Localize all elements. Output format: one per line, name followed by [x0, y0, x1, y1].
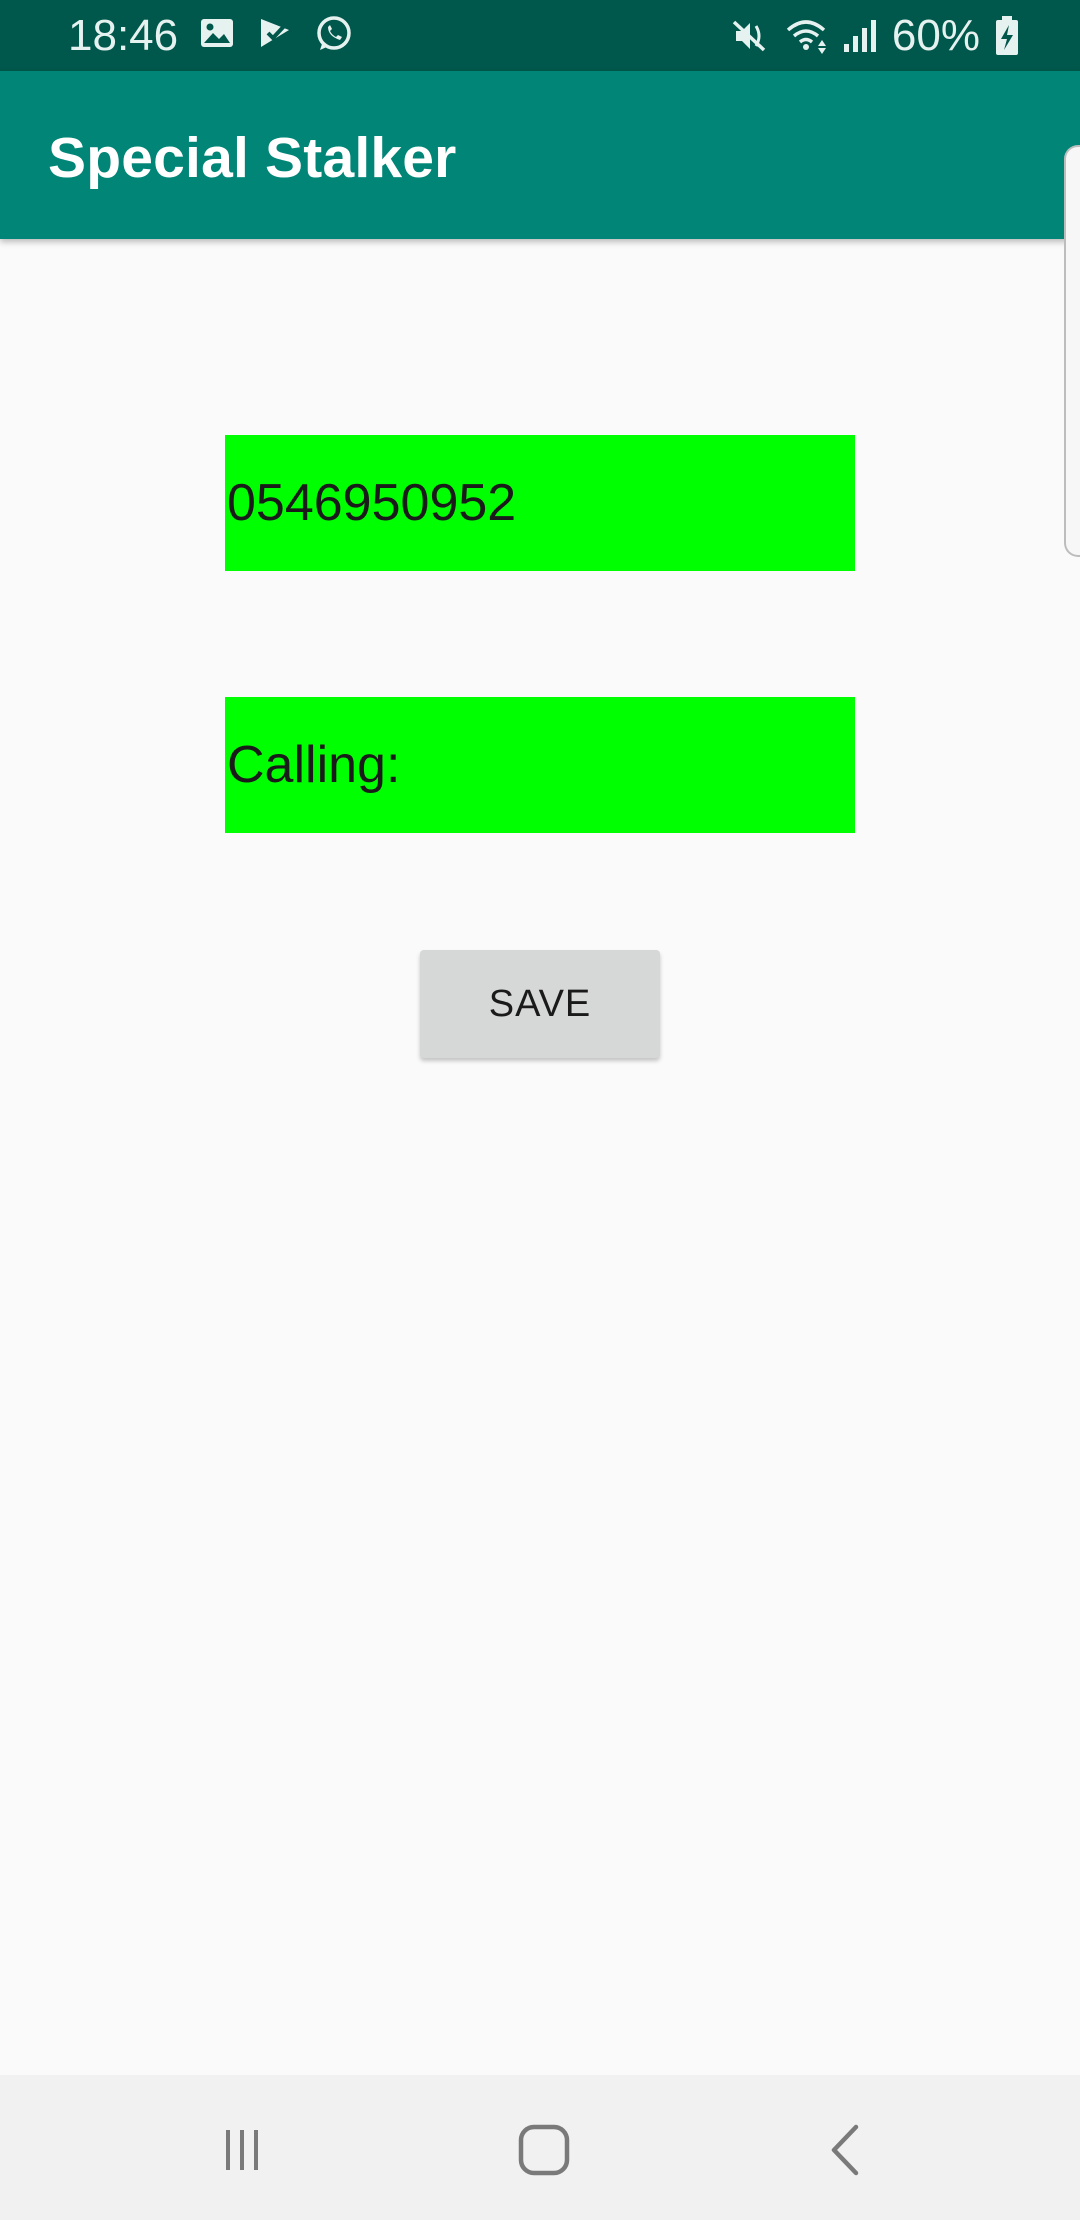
battery-percent: 60%: [891, 11, 980, 60]
navigation-bar: [0, 2075, 1080, 2220]
app-title: Special Stalker: [48, 126, 457, 190]
save-button[interactable]: SAVE: [420, 950, 660, 1058]
edge-panel-handle[interactable]: [1064, 145, 1080, 557]
check-flag-icon: [256, 14, 294, 54]
status-time: 18:46: [68, 11, 179, 60]
mute-icon: [730, 16, 770, 56]
gallery-icon: [198, 14, 236, 54]
phone-number-field[interactable]: 0546950952: [225, 435, 855, 571]
home-button[interactable]: [504, 2120, 584, 2180]
recents-icon: [218, 2126, 266, 2174]
whatsapp-icon: [314, 14, 354, 54]
status-bar: 18:46 60%: [0, 0, 1080, 71]
system-status-icons: 60%: [730, 10, 1020, 62]
back-icon: [826, 2123, 866, 2177]
wifi-icon: [784, 16, 828, 56]
main-content: 0546950952 Calling: SAVE: [0, 239, 1080, 2075]
app-bar: Special Stalker: [0, 71, 1080, 239]
home-icon: [517, 2123, 571, 2177]
notification-icons: [198, 14, 354, 54]
back-button[interactable]: [806, 2120, 886, 2180]
battery-charging-icon: [994, 15, 1020, 57]
recents-button[interactable]: [202, 2120, 282, 2180]
signal-icon: [842, 16, 878, 56]
calling-label: Calling:: [225, 697, 855, 833]
